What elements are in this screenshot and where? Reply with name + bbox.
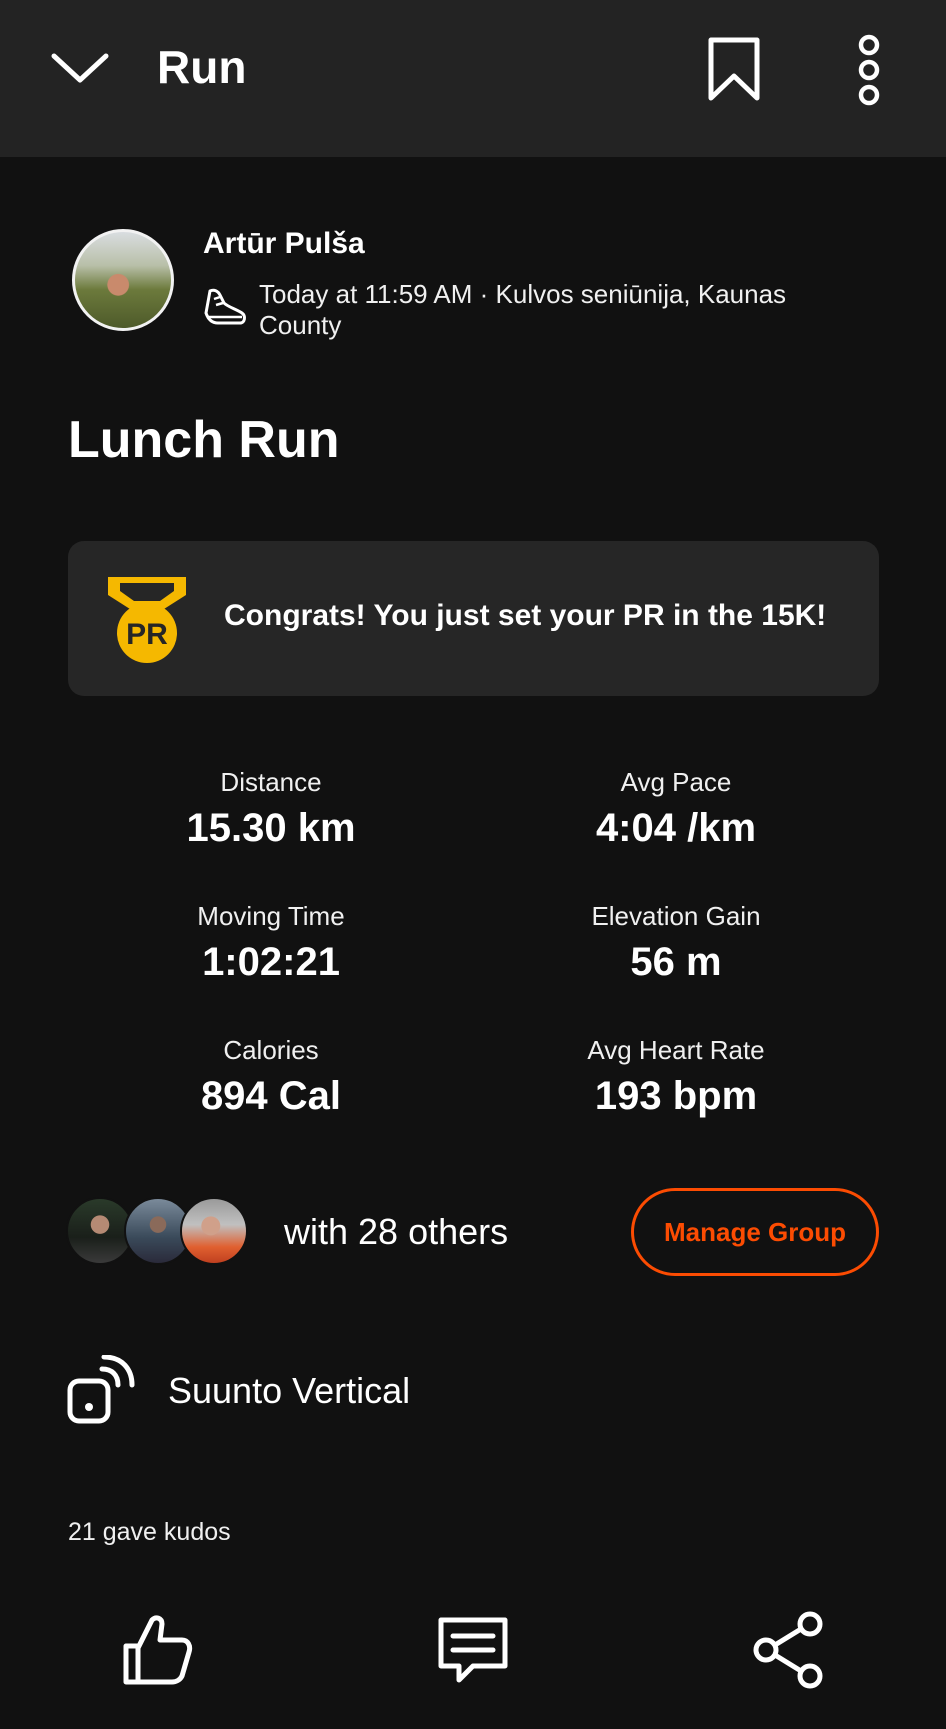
pr-banner[interactable]: PR Congrats! You just set your PR in the… [68, 541, 879, 696]
stat-value: 56 m [630, 940, 722, 984]
stat-calories: Calories 894 Cal [91, 1035, 451, 1119]
thumbs-up-icon[interactable] [118, 1610, 198, 1690]
activity-meta: Today at 11:59 AM · Kulvos seniūnija, Ka… [259, 279, 787, 340]
pr-message: Congrats! You just set your PR in the 15… [224, 599, 827, 632]
bookmark-icon[interactable] [705, 36, 763, 102]
manage-group-button[interactable]: Manage Group [631, 1188, 879, 1276]
avatar[interactable] [72, 229, 174, 331]
stat-label: Avg Pace [620, 767, 732, 797]
chevron-down-icon[interactable] [50, 48, 110, 88]
stat-value: 15.30 km [186, 806, 356, 850]
stat-value: 4:04 /km [595, 806, 757, 850]
device-name: Suunto Vertical [168, 1370, 411, 1411]
group-text: with 28 others [284, 1211, 509, 1252]
medal-text: PR [126, 618, 168, 651]
shoe-icon [204, 288, 246, 325]
stat-label: Moving Time [197, 901, 345, 931]
stat-elevation-gain: Elevation Gain 56 m [496, 901, 856, 985]
kudos-count[interactable]: 21 gave kudos [68, 1518, 231, 1547]
stat-value: 193 bpm [594, 1074, 758, 1118]
stat-value: 894 Cal [200, 1074, 342, 1118]
group-avatar [180, 1197, 248, 1265]
stat-label: Avg Heart Rate [587, 1035, 765, 1065]
comment-icon[interactable] [433, 1610, 513, 1690]
stat-label: Elevation Gain [591, 901, 761, 931]
device-sync-icon [67, 1355, 135, 1424]
stat-label: Distance [220, 767, 322, 797]
stat-value: 1:02:21 [202, 940, 340, 984]
athlete-name[interactable]: Artūr Pulša [203, 227, 365, 261]
share-icon[interactable] [748, 1610, 828, 1690]
activity-title: Lunch Run [68, 411, 340, 469]
pr-medal-icon: PR [108, 577, 186, 663]
top-app-bar: Run [0, 0, 946, 157]
stat-label: Calories [223, 1035, 319, 1065]
stat-moving-time: Moving Time 1:02:21 [91, 901, 451, 985]
stat-avg-heart-rate: Avg Heart Rate 193 bpm [496, 1035, 856, 1119]
stat-avg-pace: Avg Pace 4:04 /km [496, 767, 856, 851]
more-vertical-icon[interactable] [852, 34, 886, 106]
page-title: Run [157, 41, 247, 93]
stat-distance: Distance 15.30 km [91, 767, 451, 851]
